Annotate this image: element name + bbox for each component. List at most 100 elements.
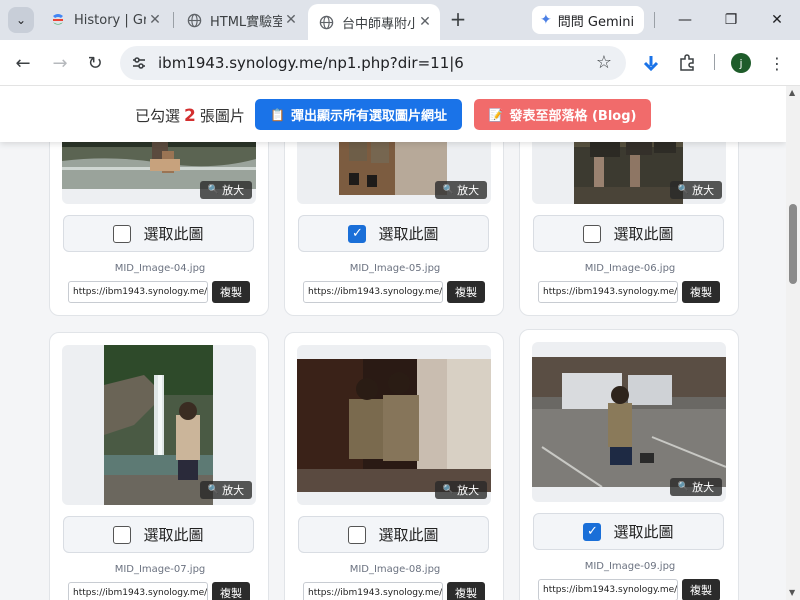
browser-toolbar: ← → ↻ ibm1943.synology.me/np1.php?dir=11… (0, 40, 800, 86)
extensions-puzzle-icon[interactable] (674, 50, 700, 76)
browser-tab-history[interactable]: History | Gr ✕ (40, 4, 170, 36)
restore-button[interactable]: ❐ (708, 0, 754, 40)
reload-icon: ↻ (87, 52, 103, 74)
scroll-up-arrow-icon[interactable]: ▲ (789, 88, 795, 97)
back-button[interactable]: ← (8, 48, 38, 78)
image-url-field[interactable]: https://ibm1943.synology.me/ (538, 579, 678, 600)
select-label: 選取此圖 (613, 523, 674, 541)
select-checkbox[interactable] (113, 224, 132, 243)
new-tab-button[interactable]: + (446, 8, 470, 32)
browser-tab-strip: ⌄ History | Gr ✕ HTML實驗室 ✕ 台中師專附小 ✕ + ✦ … (0, 0, 800, 40)
magnifier-icon: 🔍 (442, 485, 455, 495)
zoom-label: 放大 (692, 184, 715, 197)
image-card: 🔍 放大 選取此圖 MID_Image-08.jpg https://ibm194… (284, 332, 504, 600)
image-filename: MID_Image-07.jpg (114, 564, 206, 575)
magnifier-icon: 🔍 (677, 185, 690, 195)
reload-button[interactable]: ↻ (80, 48, 110, 78)
download-icon[interactable] (638, 50, 664, 76)
address-bar[interactable]: ibm1943.synology.me/np1.php?dir=11|6 ☆ (120, 46, 626, 80)
globe-icon (318, 14, 334, 30)
page-scrollbar[interactable]: ▲ ▼ (786, 86, 800, 600)
selection-summary: 已勾選 2 張圖片 (135, 105, 245, 126)
copy-url-button[interactable]: 複製 (682, 281, 720, 303)
memo-icon: 📝 (488, 107, 504, 122)
close-tab-icon[interactable]: ✕ (146, 12, 164, 28)
scroll-down-arrow-icon[interactable]: ▼ (789, 588, 795, 597)
magnifier-icon: 🔍 (207, 185, 220, 195)
publish-blog-label: 發表至部落格 (Blog) (509, 109, 637, 124)
scrollbar-thumb[interactable] (789, 204, 797, 284)
arrow-left-icon: ← (15, 52, 31, 74)
select-checkbox[interactable] (348, 525, 367, 544)
image-filename: MID_Image-08.jpg (349, 564, 441, 575)
image-url-field[interactable]: https://ibm1943.synology.me/ (538, 281, 678, 303)
select-checkbox[interactable]: ✓ (583, 522, 602, 541)
tab-separator (173, 12, 174, 28)
minimize-button[interactable]: — (662, 0, 708, 40)
image-url-field[interactable]: https://ibm1943.synology.me/ (68, 582, 208, 600)
select-image-toggle[interactable]: 選取此圖 (298, 516, 489, 553)
select-image-toggle[interactable]: 選取此圖 (533, 215, 724, 252)
select-checkbox[interactable] (113, 525, 132, 544)
clipboard-icon: 📋 (270, 107, 285, 122)
zoom-button[interactable]: 🔍 放大 (200, 481, 252, 499)
photo-image[interactable] (297, 359, 491, 492)
select-checkbox[interactable]: ✓ (348, 224, 367, 243)
publish-blog-button[interactable]: 📝 發表至部落格 (Blog) (474, 99, 651, 130)
zoom-button[interactable]: 🔍 放大 (200, 181, 252, 199)
image-filename: MID_Image-05.jpg (349, 263, 441, 274)
copy-url-button[interactable]: 複製 (447, 281, 485, 303)
zoom-button[interactable]: 🔍 放大 (435, 481, 487, 499)
copy-url-button[interactable]: 複製 (447, 582, 485, 600)
profile-avatar[interactable]: j (731, 53, 751, 73)
image-thumbnail[interactable]: 🔍 放大 (62, 345, 256, 505)
site-settings-icon[interactable] (130, 54, 148, 72)
minimize-icon: — (678, 12, 692, 28)
selection-action-bar: 已勾選 2 張圖片 📋 彈出顯示所有選取圖片網址 📝 發表至部落格 (Blog) (0, 86, 786, 142)
close-tab-icon[interactable]: ✕ (416, 14, 434, 30)
zoom-label: 放大 (457, 184, 480, 197)
tab-title: History | Gr (74, 12, 146, 28)
image-url-field[interactable]: https://ibm1943.synology.me/ (68, 281, 208, 303)
close-tab-icon[interactable]: ✕ (282, 12, 300, 28)
photo-image[interactable] (532, 357, 726, 487)
zoom-button[interactable]: 🔍 放大 (435, 181, 487, 199)
zoom-label: 放大 (692, 481, 715, 494)
select-image-toggle[interactable]: ✓ 選取此圖 (533, 513, 724, 550)
select-image-toggle[interactable]: ✓ 選取此圖 (298, 215, 489, 252)
image-filename: MID_Image-09.jpg (584, 561, 676, 572)
zoom-button[interactable]: 🔍 放大 (670, 478, 722, 496)
browser-tab-html-lab[interactable]: HTML實驗室 ✕ (176, 4, 306, 36)
select-image-toggle[interactable]: 選取此圖 (63, 516, 254, 553)
bookmark-star-icon[interactable]: ☆ (596, 52, 612, 73)
selection-count: 2 (184, 106, 196, 126)
photo-image[interactable] (104, 345, 213, 505)
image-thumbnail[interactable]: 🔍 放大 (532, 342, 726, 502)
kebab-menu-icon[interactable]: ⋮ (764, 50, 790, 76)
forward-button[interactable]: → (45, 48, 75, 78)
show-selected-urls-button[interactable]: 📋 彈出顯示所有選取圖片網址 (255, 99, 462, 130)
image-filename: MID_Image-06.jpg (584, 263, 676, 274)
page-content: 已勾選2張圖片 📋 彈出顯示所有選取圖片網址 📝 發表至部落格 (Blog) (0, 86, 786, 600)
select-label: 選取此圖 (143, 526, 204, 544)
close-window-button[interactable]: ✕ (754, 0, 800, 40)
browser-tab-active[interactable]: 台中師專附小 ✕ (308, 4, 440, 40)
select-checkbox[interactable] (583, 224, 602, 243)
select-image-toggle[interactable]: 選取此圖 (63, 215, 254, 252)
zoom-button[interactable]: 🔍 放大 (670, 181, 722, 199)
magnifier-icon: 🔍 (677, 482, 690, 492)
image-card: 🔍 放大 選取此圖 MID_Image-04.jpg https://ibm194… (49, 116, 269, 316)
image-card: 🔍 放大 ✓ 選取此圖 MID_Image-05.jpg https://ibm1… (284, 116, 504, 316)
image-url-field[interactable]: https://ibm1943.synology.me/ (303, 281, 443, 303)
copy-url-button[interactable]: 複製 (682, 579, 720, 600)
close-icon: ✕ (771, 12, 783, 28)
tab-title: 台中師專附小 (342, 16, 416, 32)
image-thumbnail[interactable]: 🔍 放大 (297, 345, 491, 505)
zoom-label: 放大 (222, 184, 245, 197)
tab-search-button[interactable]: ⌄ (8, 7, 34, 33)
toolbar-separator (714, 54, 715, 70)
copy-url-button[interactable]: 複製 (212, 281, 250, 303)
image-url-field[interactable]: https://ibm1943.synology.me/ (303, 582, 443, 600)
gemini-button[interactable]: ✦ 問問 Gemini (532, 6, 644, 34)
copy-url-button[interactable]: 複製 (212, 582, 250, 600)
